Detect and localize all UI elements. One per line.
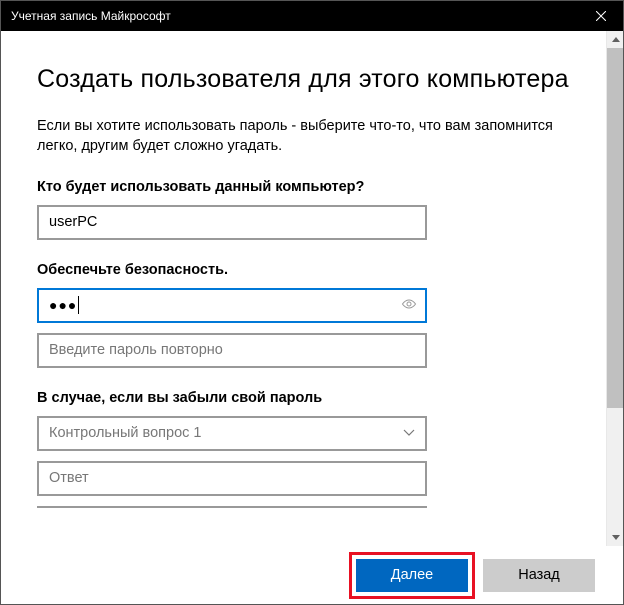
password-value: ●●● [49,296,79,314]
forgot-section: В случае, если вы забыли свой пароль Кон… [37,390,570,508]
confirm-password-input[interactable]: Введите пароль повторно [37,333,427,368]
scroll-up-button[interactable] [607,31,623,48]
dialog-window: Учетная запись Майкрософт Создать пользо… [0,0,624,605]
main-content: Создать пользователя для этого компьютер… [1,31,606,546]
description-text: Если вы хотите использовать пароль - выб… [37,116,570,157]
reveal-password-icon[interactable] [401,297,417,313]
footer: Далее Назад [1,546,623,604]
scroll-down-button[interactable] [607,529,623,546]
chevron-down-icon [403,426,415,440]
forgot-label: В случае, если вы забыли свой пароль [37,390,570,406]
window-title: Учетная запись Майкрософт [11,9,171,23]
username-label: Кто будет использовать данный компьютер? [37,179,570,195]
username-section: Кто будет использовать данный компьютер? [37,179,570,240]
vertical-scrollbar[interactable] [606,31,623,546]
password-input[interactable]: ●●● [37,288,427,323]
close-button[interactable] [578,1,623,31]
back-button[interactable]: Назад [483,559,595,592]
titlebar: Учетная запись Майкрософт [1,1,623,31]
next-button-highlight: Далее [349,552,475,599]
next-button[interactable]: Далее [356,559,468,592]
content-area: Создать пользователя для этого компьютер… [1,31,623,546]
security-label: Обеспечьте безопасность. [37,262,570,278]
scroll-thumb[interactable] [607,48,623,408]
username-input[interactable] [37,205,427,240]
security-answer-input[interactable]: Ответ [37,461,427,496]
security-answer-placeholder: Ответ [49,470,89,486]
page-heading: Создать пользователя для этого компьютер… [37,65,570,94]
security-section: Обеспечьте безопасность. ●●● Введите пар… [37,262,570,368]
security-question-select[interactable]: Контрольный вопрос 1 [37,416,427,451]
confirm-password-placeholder: Введите пароль повторно [49,342,223,358]
close-icon [596,11,606,21]
partial-input-edge [37,506,427,508]
security-question-placeholder: Контрольный вопрос 1 [49,425,201,441]
